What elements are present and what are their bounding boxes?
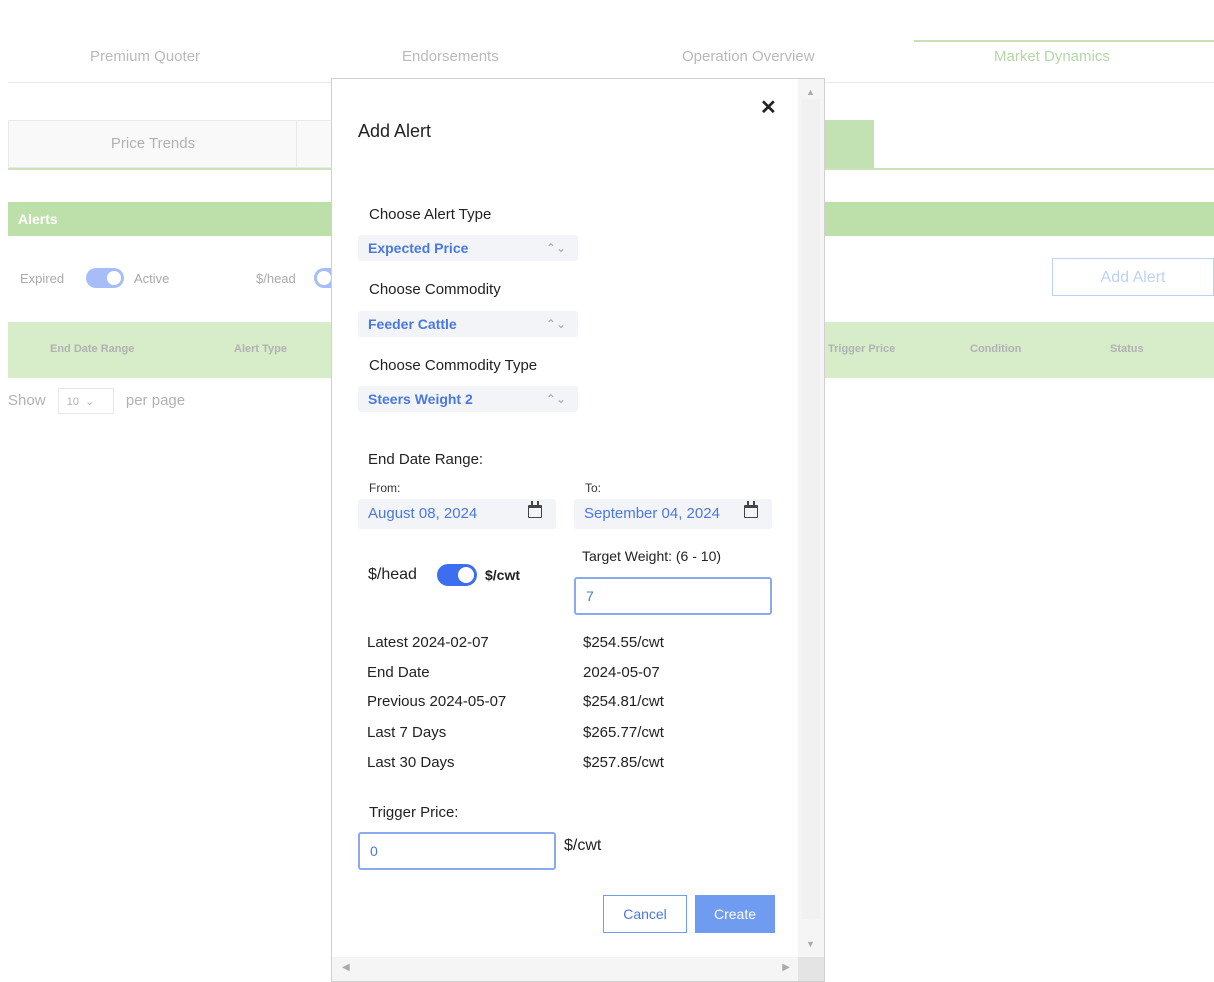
add-alert-modal: Add Alert ✕ Choose Alert Type Expected P…: [331, 78, 825, 982]
stat-previous-label: Previous 2024-05-07: [367, 693, 507, 710]
select-chevron-icon: ⌃⌄: [545, 392, 566, 406]
expired-label: Expired: [20, 271, 65, 286]
stat-last-7-days-value: $265.77/cwt: [583, 724, 664, 741]
trigger-price-unit: $/cwt: [564, 837, 602, 854]
col-status[interactable]: Status: [1110, 343, 1144, 355]
alert-type-value: Expected Price: [368, 240, 469, 256]
alert-type-label: Choose Alert Type: [369, 206, 492, 223]
active-tab-indicator: [914, 40, 1214, 42]
target-weight-label: Target Weight: (6 - 10): [582, 548, 722, 564]
create-button[interactable]: Create: [695, 895, 775, 933]
vertical-scrollbar[interactable]: ▲ ▼: [798, 79, 824, 959]
close-icon[interactable]: ✕: [760, 95, 777, 120]
trigger-price-label: Trigger Price:: [369, 804, 459, 821]
select-chevron-icon: ⌃⌄: [545, 317, 566, 331]
cancel-button[interactable]: Cancel: [603, 895, 687, 933]
commodity-value: Feeder Cattle: [368, 316, 457, 332]
target-weight-input[interactable]: [574, 577, 772, 615]
col-alert-type[interactable]: Alert Type: [234, 343, 287, 355]
stat-last-30-days-label: Last 30 Days: [367, 754, 455, 771]
commodity-select[interactable]: Feeder Cattle ⌃⌄: [358, 311, 578, 337]
per-page-select[interactable]: 10 ⌄: [57, 388, 114, 414]
trigger-price-input[interactable]: [358, 832, 556, 870]
from-date-value: August 08, 2024: [368, 505, 478, 522]
unit-cwt-option: $/cwt: [485, 567, 521, 583]
horizontal-scrollbar[interactable]: ◀ ▶: [332, 957, 800, 981]
tab-market-dynamics[interactable]: Market Dynamics: [994, 48, 1110, 65]
stat-latest-value: $254.55/cwt: [583, 634, 664, 651]
col-end-date-range[interactable]: End Date Range: [50, 343, 134, 355]
tab-endorsements[interactable]: Endorsements: [402, 48, 499, 65]
pagination: Show 10 ⌄ per page: [8, 388, 185, 414]
subtab-active-indicator[interactable]: [824, 120, 874, 168]
stat-last-30-days-value: $257.85/cwt: [583, 754, 664, 771]
unit-toggle[interactable]: [437, 564, 477, 586]
select-chevron-icon: ⌃⌄: [545, 241, 566, 255]
active-label: Active: [134, 271, 170, 286]
stat-end-date-label: End Date: [367, 664, 430, 681]
unit-head-label: $/head: [256, 271, 296, 286]
scrollbar-corner: [798, 957, 824, 981]
show-label: Show: [8, 391, 46, 409]
to-label: To:: [585, 481, 602, 495]
per-page-label: per page: [125, 391, 186, 409]
commodity-type-label: Choose Commodity Type: [369, 357, 538, 374]
per-page-value: 10: [66, 396, 79, 408]
tab-operation-overview[interactable]: Operation Overview: [682, 48, 815, 65]
subtab-price-trends[interactable]: Price Trends: [8, 120, 298, 168]
stat-latest-label: Latest 2024-02-07: [367, 634, 489, 651]
scroll-thumb[interactable]: [802, 99, 820, 919]
col-condition[interactable]: Condition: [970, 343, 1021, 355]
calendar-icon[interactable]: [528, 501, 542, 518]
scroll-up-icon[interactable]: ▲: [806, 87, 815, 97]
scroll-left-icon[interactable]: ◀: [342, 962, 350, 973]
from-date-field[interactable]: August 08, 2024: [358, 499, 556, 529]
modal-title: Add Alert: [358, 121, 432, 141]
calendar-icon[interactable]: [744, 501, 758, 518]
col-trigger-price[interactable]: Trigger Price: [828, 343, 895, 355]
commodity-type-select[interactable]: Steers Weight 2 ⌃⌄: [358, 386, 578, 412]
commodity-label: Choose Commodity: [369, 281, 501, 298]
from-label: From:: [369, 481, 401, 495]
alert-type-select[interactable]: Expected Price ⌃⌄: [358, 235, 578, 261]
to-date-field[interactable]: September 04, 2024: [574, 499, 772, 529]
unit-head-option: $/head: [368, 566, 417, 583]
end-date-range-label: End Date Range:: [368, 451, 484, 468]
top-tab-bar: Premium Quoter Endorsements Operation Ov…: [8, 40, 1214, 83]
alerts-title: Alerts: [18, 211, 58, 227]
expired-active-toggle[interactable]: [86, 268, 124, 288]
tab-premium-quoter[interactable]: Premium Quoter: [90, 48, 200, 65]
add-alert-button[interactable]: Add Alert: [1052, 258, 1214, 296]
commodity-type-value: Steers Weight 2: [368, 391, 473, 407]
scroll-right-icon[interactable]: ▶: [782, 962, 790, 973]
stat-last-7-days-label: Last 7 Days: [367, 724, 447, 741]
stat-previous-value: $254.81/cwt: [583, 693, 664, 710]
stat-end-date-value: 2024-05-07: [583, 664, 660, 681]
to-date-value: September 04, 2024: [584, 505, 720, 522]
scroll-down-icon[interactable]: ▼: [806, 939, 815, 949]
